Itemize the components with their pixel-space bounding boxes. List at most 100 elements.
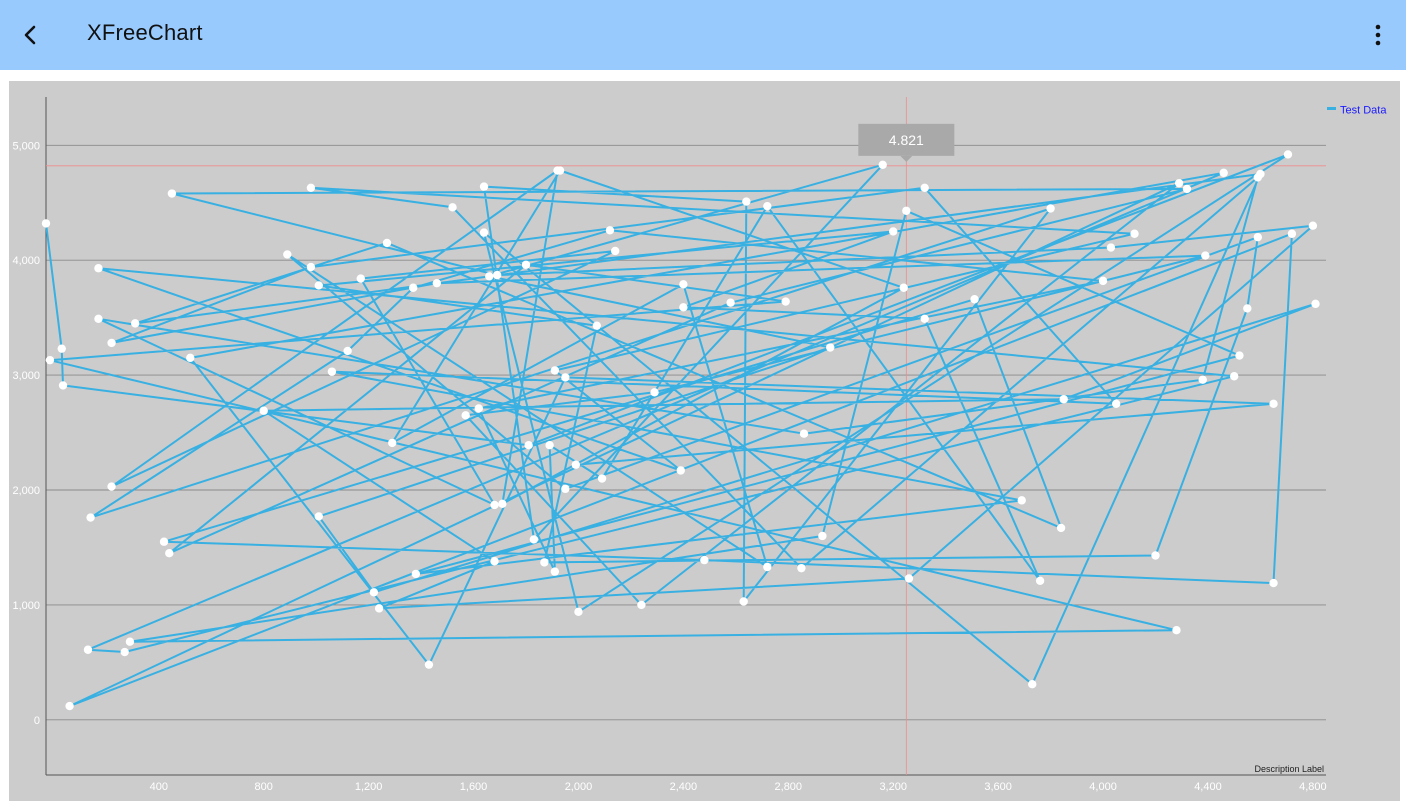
data-point (1308, 221, 1318, 230)
arrow-back-icon (24, 25, 36, 45)
x-tick-label: 800 (255, 781, 273, 793)
data-point (545, 440, 554, 450)
data-point (605, 226, 615, 235)
data-point (314, 281, 323, 290)
data-point (521, 260, 531, 269)
data-point (498, 499, 507, 508)
data-point (306, 262, 316, 272)
x-tick-label: 1,600 (460, 781, 488, 793)
data-point (83, 645, 93, 654)
data-point (739, 597, 748, 606)
data-point (159, 537, 169, 546)
data-point (479, 182, 489, 191)
data-point (597, 474, 607, 483)
data-point (899, 283, 908, 292)
y-tick-label: 4,000 (12, 255, 40, 267)
data-point (356, 274, 365, 283)
x-axis-label: Description Label (1254, 764, 1324, 774)
back-button[interactable] (14, 18, 48, 52)
y-tick-label: 2,000 (12, 485, 40, 497)
data-point (1130, 229, 1139, 238)
overflow-menu-button[interactable] (1364, 18, 1392, 52)
data-point (388, 438, 397, 448)
x-tick-label: 400 (150, 781, 168, 793)
x-tick-label: 2,000 (565, 781, 593, 793)
data-point (448, 203, 457, 212)
data-point (1106, 243, 1116, 252)
data-point (592, 321, 602, 330)
data-point (1283, 150, 1293, 159)
data-point (186, 353, 195, 363)
data-point (45, 355, 55, 365)
data-point (130, 319, 140, 328)
data-point (1056, 523, 1066, 533)
data-point (574, 607, 583, 617)
data-point (411, 569, 421, 579)
data-point (1059, 395, 1068, 404)
y-tick-label: 0 (34, 715, 40, 727)
legend-swatch (1327, 107, 1336, 110)
x-tick-label: 2,400 (670, 781, 698, 793)
x-tick-label: 3,200 (879, 781, 907, 793)
data-point (1201, 251, 1210, 260)
data-point (374, 604, 384, 613)
data-point (314, 512, 323, 521)
data-point (920, 314, 929, 323)
data-point (1028, 680, 1037, 689)
data-point (432, 278, 442, 288)
data-point (58, 381, 68, 390)
data-point (1253, 232, 1263, 242)
series-line (45, 153, 1317, 708)
data-point (479, 228, 489, 237)
line-chart[interactable]: 0 1,000 2,000 3,000 4,000 5,000 400 800 1,200 1,6… (9, 81, 1400, 801)
highlight-marker-pointer (900, 155, 913, 162)
legend-label: Test Data (1340, 105, 1387, 117)
data-point (550, 366, 560, 375)
data-point (1269, 578, 1278, 588)
data-point (676, 466, 685, 475)
data-point (490, 500, 499, 510)
data-point (65, 701, 74, 711)
data-point (650, 388, 659, 397)
data-point (409, 283, 418, 292)
x-tick-label: 3,600 (984, 781, 1012, 793)
data-point (529, 535, 539, 544)
data-point (1111, 399, 1121, 409)
data-point (382, 238, 392, 248)
data-point (1017, 496, 1026, 505)
data-point (889, 227, 898, 236)
data-point (904, 574, 914, 583)
data-point (1174, 178, 1184, 188)
data-point (902, 206, 911, 215)
x-tick-label: 4,000 (1089, 781, 1117, 793)
data-point (327, 367, 337, 376)
data-point (461, 411, 470, 420)
data-point (94, 264, 103, 273)
data-point (561, 484, 570, 494)
data-point (125, 637, 135, 646)
data-point (485, 272, 494, 281)
app-bar: XFreeChart (0, 0, 1406, 70)
data-point (107, 482, 116, 491)
data-point (369, 588, 379, 597)
data-point (1172, 626, 1181, 635)
data-point (107, 338, 116, 348)
y-tick-label: 3,000 (12, 370, 40, 382)
data-point (165, 549, 174, 558)
data-point (41, 219, 51, 228)
data-point (920, 183, 929, 192)
highlight-marker-label: 4.821 (889, 132, 924, 148)
data-point (167, 189, 177, 198)
x-tick-label: 1,200 (355, 781, 383, 793)
data-point (970, 295, 979, 304)
data-point (120, 647, 129, 657)
page-title: XFreeChart (87, 20, 203, 45)
data-point (679, 303, 688, 312)
data-point (1253, 173, 1263, 182)
data-point (637, 600, 646, 610)
more-vert-icon (1375, 24, 1381, 46)
data-point (1098, 276, 1108, 286)
x-tick-label: 2,800 (775, 781, 803, 793)
chart-container[interactable]: 0 1,000 2,000 3,000 4,000 5,000 400 800 1,200 1,6… (9, 81, 1400, 801)
data-point (1287, 229, 1297, 238)
